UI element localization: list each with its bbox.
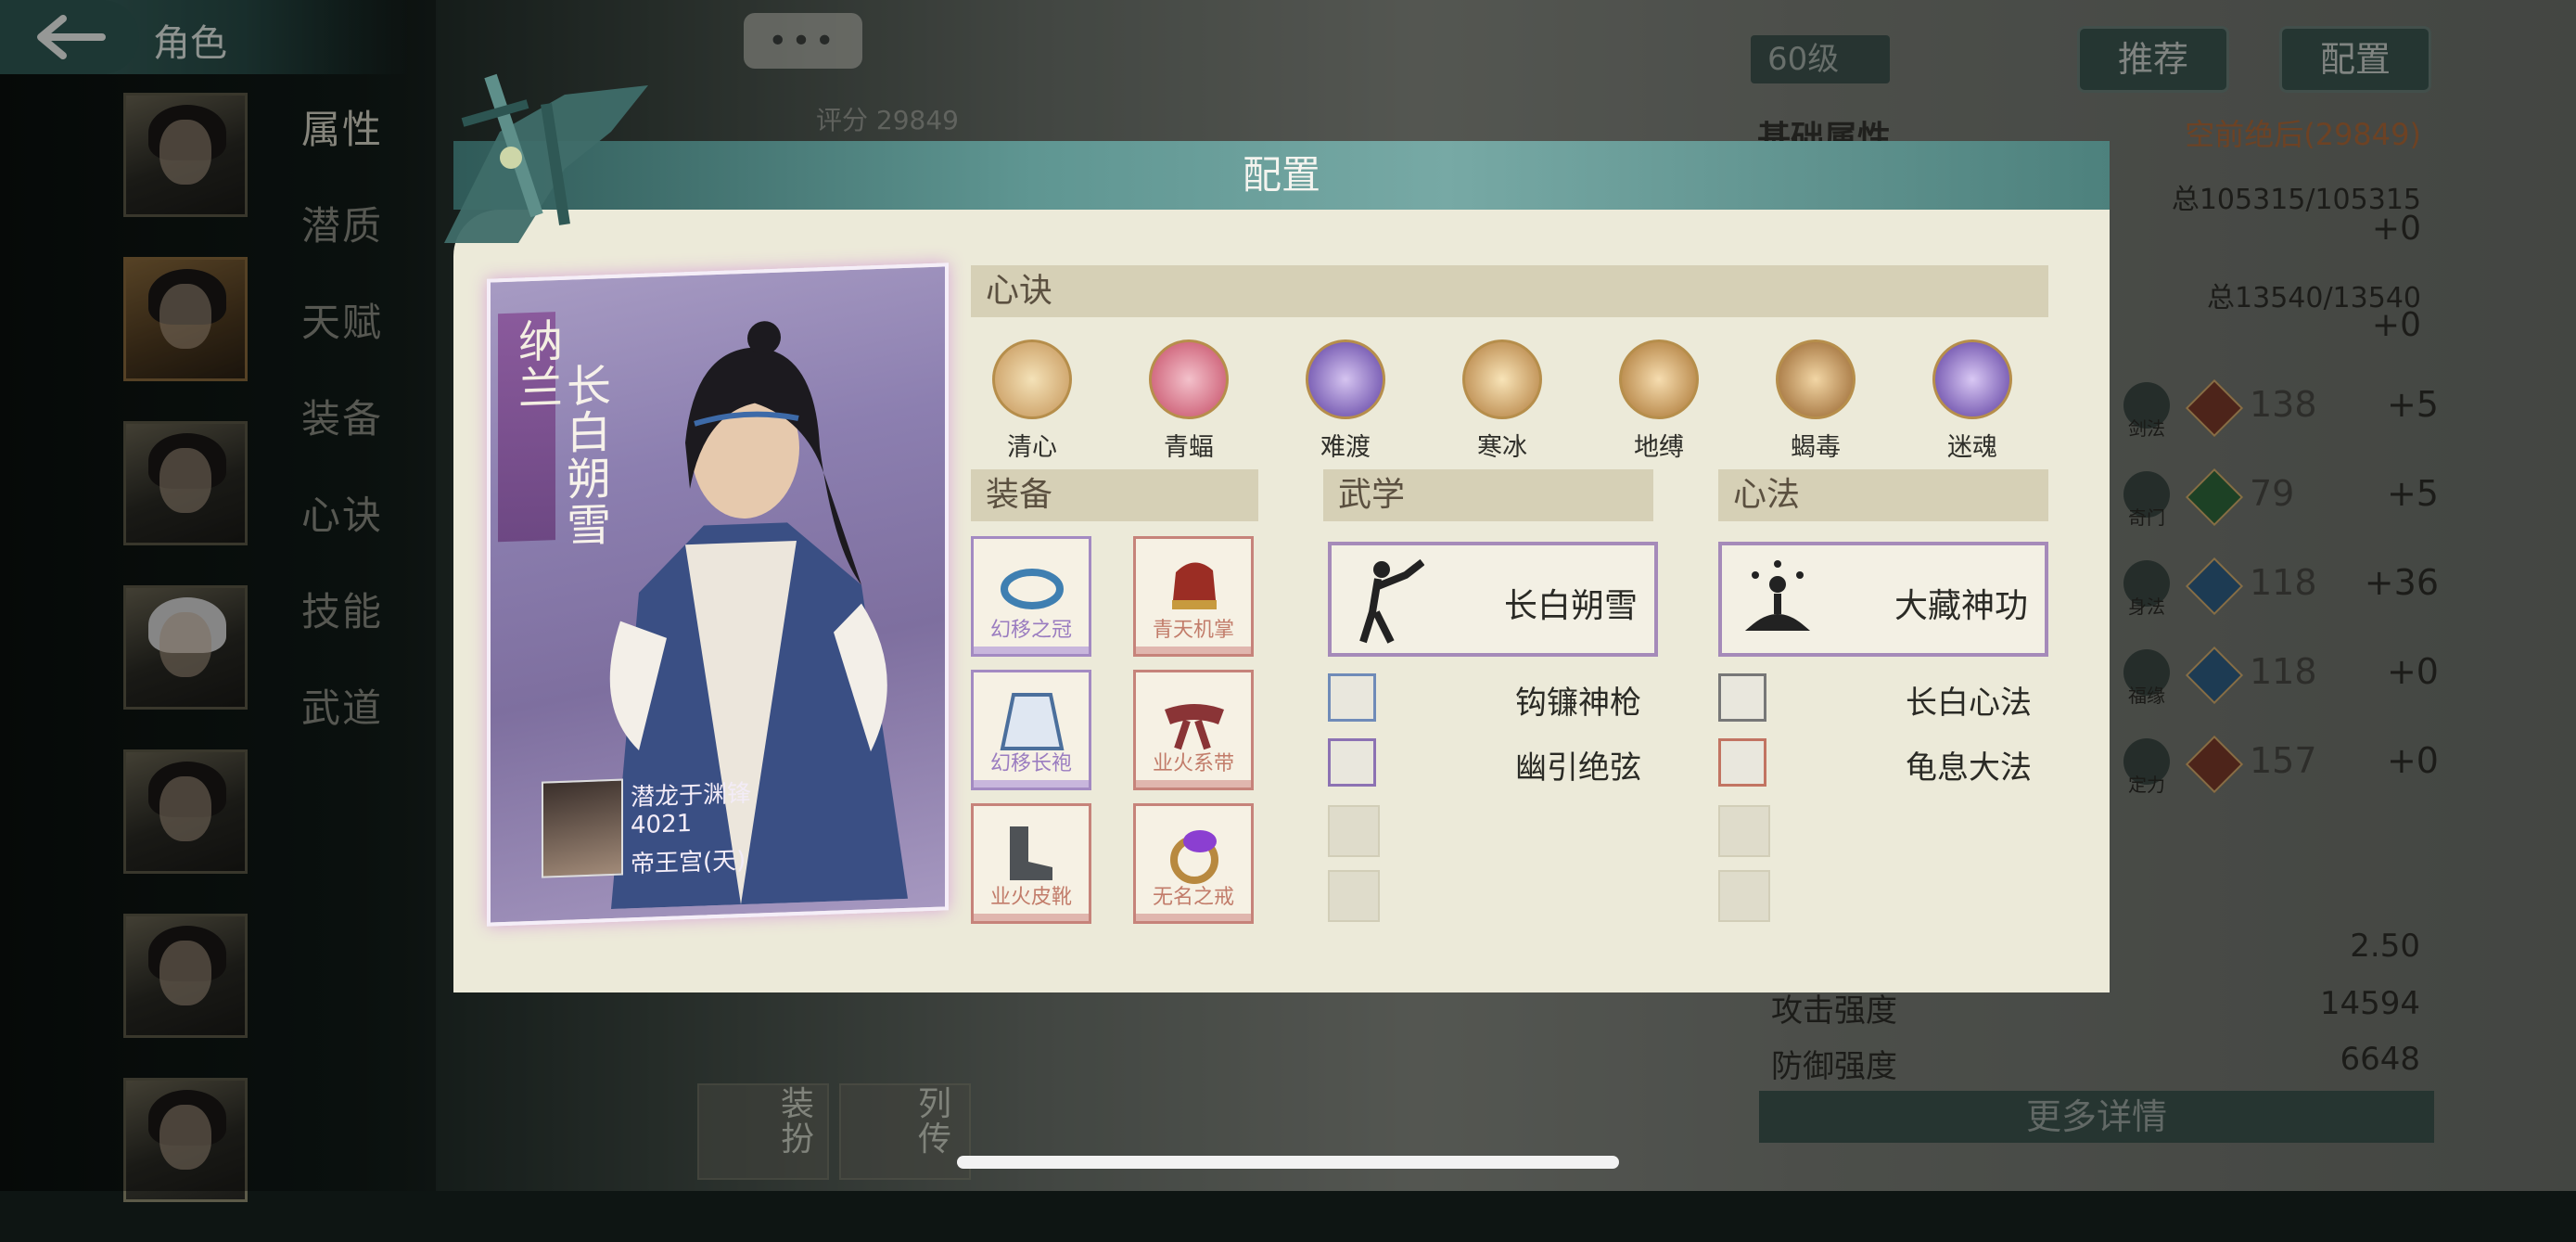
qingfu-icon [1149, 339, 1229, 419]
xinjue-slot[interactable]: 清心 [981, 339, 1083, 463]
xinfa-sub-slot[interactable]: 龟息大法 [1718, 738, 2048, 790]
qingxin-icon [992, 339, 1072, 419]
turtle-breath-icon [1718, 738, 1766, 787]
wuxue-main-name: 长白朔雪 [1503, 587, 1638, 625]
character-title: 长白朔雪 [558, 362, 610, 550]
xiedu-icon [1776, 339, 1855, 419]
wuxue-sub-name: 幽引绝弦 [1515, 749, 1641, 787]
xinjue-slot[interactable]: 青蝠 [1138, 339, 1240, 463]
nandu-icon [1306, 339, 1385, 419]
equip-slot-body[interactable]: 幻移长袍 [971, 670, 1091, 790]
xinfa-sub-name: 龟息大法 [1906, 749, 2032, 787]
xinjue-label: 寒冰 [1477, 433, 1527, 462]
empty-skill-slot[interactable] [1718, 805, 1770, 857]
owner-id: 4021 [631, 809, 693, 840]
xinjue-label: 难渡 [1320, 433, 1371, 462]
string-skill-icon [1328, 738, 1376, 787]
xinjue-slot[interactable]: 寒冰 [1451, 339, 1553, 463]
crown-icon [1001, 569, 1064, 609]
martial-figure-icon [1359, 558, 1424, 644]
wuxue-main-slot[interactable]: 长白朔雪 [1328, 542, 1658, 657]
empty-skill-slot[interactable] [1718, 870, 1770, 922]
xinjue-header: 心诀 [971, 265, 2048, 317]
belt-icon [1165, 704, 1224, 750]
xinjue-slot[interactable]: 迷魂 [1921, 339, 2023, 463]
equip-slot-ring[interactable]: 无名之戒 [1133, 803, 1254, 924]
boots-icon [1010, 826, 1052, 880]
config-modal: 配置 纳兰 长白朔雪 潜龙于渊锋 4021 帝王宫(天) 心诀 清心 青蝠 难渡… [444, 73, 2110, 992]
modal-title: 配置 [1242, 152, 1320, 198]
equip-name: 业火系带 [1152, 752, 1234, 775]
wuxue-sub-slot[interactable]: 幽引绝弦 [1328, 738, 1658, 790]
owner-name: 潜龙于渊锋 [631, 779, 752, 813]
xinjue-slot[interactable]: 蝎毒 [1765, 339, 1867, 463]
equip-name: 幻移长袍 [989, 752, 1072, 775]
equip-name: 幻移之冠 [989, 619, 1072, 642]
xinjue-label: 青蝠 [1164, 433, 1214, 462]
sword-ornament-icon [444, 73, 648, 243]
spear-skill-icon [1328, 673, 1376, 722]
mind-method-icon [1718, 673, 1766, 722]
gauntlet-icon [1172, 562, 1217, 609]
name-plate: 纳兰 [498, 312, 562, 543]
xinfa-header: 心法 [1718, 469, 2048, 521]
equip-slot-head[interactable]: 幻移之冠 [971, 536, 1091, 657]
xinjue-slot[interactable]: 难渡 [1294, 339, 1396, 463]
wuxue-sub-name: 钩镰神枪 [1515, 685, 1641, 722]
home-indicator[interactable] [957, 1156, 1619, 1169]
xinjue-label: 清心 [1007, 433, 1057, 462]
equip-name: 业火皮靴 [989, 886, 1072, 909]
equip-slot-belt[interactable]: 业火系带 [1133, 670, 1254, 790]
equip-slot-hand[interactable]: 青天机掌 [1133, 536, 1254, 657]
xinjue-label: 地缚 [1634, 433, 1684, 462]
equip-name: 无名之戒 [1152, 886, 1234, 909]
character-card: 纳兰 长白朔雪 潜龙于渊锋 4021 帝王宫(天) [487, 262, 949, 927]
equip-name: 青天机掌 [1152, 619, 1234, 642]
wuxue-sub-slot[interactable]: 钩镰神枪 [1328, 673, 1658, 725]
meditation-figure-icon [1744, 560, 1811, 631]
empty-skill-slot[interactable] [1328, 805, 1380, 857]
xinjue-label: 迷魂 [1947, 433, 1997, 462]
xinfa-main-slot[interactable]: 大藏神功 [1718, 542, 2048, 657]
empty-skill-slot[interactable] [1328, 870, 1380, 922]
xinfa-sub-slot[interactable]: 长白心法 [1718, 673, 2048, 725]
xinfa-main-name: 大藏神功 [1894, 587, 2028, 625]
hanbing-icon [1462, 339, 1542, 419]
equipment-header: 装备 [971, 469, 1258, 521]
xinjue-slot[interactable]: 地缚 [1608, 339, 1710, 463]
ring-icon [1170, 830, 1218, 884]
wuxue-header: 武学 [1323, 469, 1653, 521]
difu-icon [1619, 339, 1699, 419]
robe-icon [1000, 693, 1065, 750]
equip-slot-feet[interactable]: 业火皮靴 [971, 803, 1091, 924]
xinfa-sub-name: 长白心法 [1906, 685, 2032, 722]
mihun-icon [1932, 339, 2012, 419]
owner-server: 帝王宫(天) [631, 846, 746, 879]
owner-avatar [542, 778, 623, 878]
xinjue-label: 蝎毒 [1791, 433, 1841, 462]
